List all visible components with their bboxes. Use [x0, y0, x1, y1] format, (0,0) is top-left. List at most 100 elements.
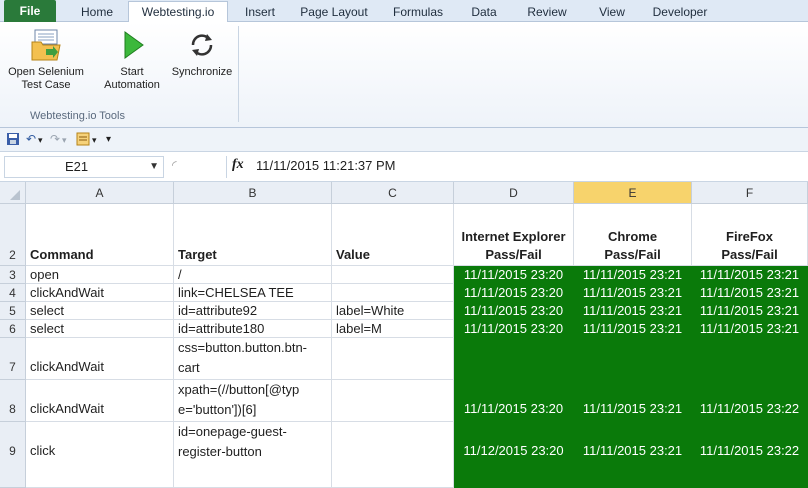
- header-chrome[interactable]: Chrome Pass/Fail: [574, 204, 692, 266]
- form-icon[interactable]: [76, 132, 90, 149]
- table-cell-command[interactable]: click: [26, 422, 174, 488]
- save-icon[interactable]: [6, 132, 20, 149]
- redo-dropdown-icon[interactable]: ▾: [62, 135, 67, 146]
- table-cell-target[interactable]: css=button.button.btn- cart: [174, 338, 332, 380]
- header-command[interactable]: Command: [26, 204, 174, 266]
- table-cell-target[interactable]: /: [174, 266, 332, 284]
- table-cell-value[interactable]: [332, 266, 454, 284]
- chevron-down-icon[interactable]: ▼: [149, 157, 159, 177]
- table-cell-chrome-result[interactable]: 11/11/2015 23:21: [574, 302, 692, 320]
- table-cell-chrome-result[interactable]: 11/11/2015 23:21: [574, 284, 692, 302]
- table-cell-chrome-result[interactable]: 11/11/2015 23:21: [574, 320, 692, 338]
- redo-icon[interactable]: ↷: [50, 132, 60, 146]
- table-cell-value[interactable]: [332, 380, 454, 422]
- ribbon-tab-bar: File Home Webtesting.io Insert Page Layo…: [0, 0, 808, 22]
- play-icon: [124, 31, 144, 59]
- header-internet-explorer[interactable]: Internet Explorer Pass/Fail: [454, 204, 574, 266]
- tab-review[interactable]: Review: [516, 2, 578, 22]
- table-cell-chrome-result[interactable]: 11/11/2015 23:21: [574, 266, 692, 284]
- row-header-7[interactable]: 7: [0, 338, 26, 380]
- row-header-6[interactable]: 6: [0, 320, 26, 338]
- table-cell-value[interactable]: label=M: [332, 320, 454, 338]
- function-icon[interactable]: fx: [232, 157, 244, 173]
- table-cell-ie-result[interactable]: [454, 338, 574, 380]
- table-cell-firefox-result[interactable]: 11/11/2015 23:21: [692, 284, 808, 302]
- start-automation-label-line1: Start: [120, 66, 144, 78]
- row-header-3[interactable]: 3: [0, 266, 26, 284]
- start-automation-button[interactable]: Start Automation: [96, 28, 168, 92]
- column-header-d[interactable]: D: [454, 182, 574, 204]
- table-cell-value[interactable]: label=White: [332, 302, 454, 320]
- table-cell-ie-result[interactable]: 11/12/2015 23:20: [454, 422, 574, 488]
- table-cell-firefox-result[interactable]: 11/11/2015 23:22: [692, 422, 808, 488]
- formula-input[interactable]: 11/11/2015 11:21:37 PM: [256, 158, 396, 173]
- quick-access-toolbar: ↶ ▾ ↷ ▾ ▾ ▾: [0, 128, 808, 152]
- table-cell-command[interactable]: clickAndWait: [26, 380, 174, 422]
- row-header-5[interactable]: 5: [0, 302, 26, 320]
- undo-icon[interactable]: ↶: [26, 132, 36, 146]
- table-cell-target[interactable]: id=attribute92: [174, 302, 332, 320]
- header-firefox[interactable]: FireFox Pass/Fail: [692, 204, 808, 266]
- tab-formulas[interactable]: Formulas: [382, 2, 454, 22]
- header-chrome-line1: Chrome: [607, 229, 658, 244]
- table-cell-target[interactable]: xpath=(//button[@typ e='button'])[6]: [174, 380, 332, 422]
- tab-webtesting-io[interactable]: Webtesting.io: [128, 1, 228, 22]
- table-cell-chrome-result[interactable]: [574, 338, 692, 380]
- open-selenium-label-line2: Test Case: [21, 79, 71, 91]
- formula-cancel-icon[interactable]: ◜: [172, 158, 177, 172]
- tab-view[interactable]: View: [588, 2, 636, 22]
- header-chrome-line2: Pass/Fail: [604, 247, 661, 262]
- table-cell-ie-result[interactable]: 11/11/2015 23:20: [454, 380, 574, 422]
- tab-home[interactable]: Home: [68, 2, 126, 22]
- table-cell-ie-result[interactable]: 11/11/2015 23:20: [454, 320, 574, 338]
- table-cell-firefox-result[interactable]: 11/11/2015 23:22: [692, 380, 808, 422]
- synchronize-button[interactable]: Synchronize: [166, 28, 238, 79]
- row-header-9[interactable]: 9: [0, 422, 26, 488]
- table-cell-ie-result[interactable]: 11/11/2015 23:20: [454, 284, 574, 302]
- table-cell-command[interactable]: open: [26, 266, 174, 284]
- table-cell-target[interactable]: link=CHELSEA TEE: [174, 284, 332, 302]
- column-header-f[interactable]: F: [692, 182, 808, 204]
- table-cell-ie-result[interactable]: 11/11/2015 23:20: [454, 302, 574, 320]
- form-dropdown-icon[interactable]: ▾: [92, 135, 97, 146]
- table-cell-firefox-result[interactable]: 11/11/2015 23:21: [692, 320, 808, 338]
- table-cell-firefox-result[interactable]: [692, 338, 808, 380]
- table-cell-ie-result[interactable]: 11/11/2015 23:20: [454, 266, 574, 284]
- column-header-c[interactable]: C: [332, 182, 454, 204]
- tab-developer[interactable]: Developer: [640, 2, 720, 22]
- table-cell-target[interactable]: id=attribute180: [174, 320, 332, 338]
- table-cell-firefox-result[interactable]: 11/11/2015 23:21: [692, 266, 808, 284]
- tab-data[interactable]: Data: [460, 2, 508, 22]
- column-header-e[interactable]: E: [574, 182, 692, 204]
- column-header-b[interactable]: B: [174, 182, 332, 204]
- table-cell-value[interactable]: [332, 338, 454, 380]
- customize-toolbar-icon[interactable]: ▾: [106, 134, 111, 145]
- tab-insert[interactable]: Insert: [232, 2, 288, 22]
- tab-file[interactable]: File: [4, 0, 56, 22]
- table-cell-value[interactable]: [332, 284, 454, 302]
- table-cell-command[interactable]: clickAndWait: [26, 338, 174, 380]
- table-cell-firefox-result[interactable]: 11/11/2015 23:21: [692, 302, 808, 320]
- row-header-2[interactable]: 2: [0, 204, 26, 266]
- header-firefox-line2: Pass/Fail: [721, 247, 778, 262]
- table-cell-command[interactable]: select: [26, 302, 174, 320]
- header-value[interactable]: Value: [332, 204, 454, 266]
- tab-page-layout[interactable]: Page Layout: [290, 2, 378, 22]
- column-header-a[interactable]: A: [26, 182, 174, 204]
- table-cell-chrome-result[interactable]: 11/11/2015 23:21: [574, 380, 692, 422]
- row-header-4[interactable]: 4: [0, 284, 26, 302]
- header-target[interactable]: Target: [174, 204, 332, 266]
- header-ie-line1: Internet Explorer: [461, 229, 566, 244]
- table-cell-command[interactable]: clickAndWait: [26, 284, 174, 302]
- table-cell-command[interactable]: select: [26, 320, 174, 338]
- table-cell-value[interactable]: [332, 422, 454, 488]
- ribbon-group-label: Webtesting.io Tools: [30, 110, 125, 122]
- formula-divider: [226, 156, 227, 178]
- row-header-8[interactable]: 8: [0, 380, 26, 422]
- open-selenium-test-case-button[interactable]: Open Selenium Test Case: [4, 28, 88, 92]
- select-all-corner[interactable]: [0, 182, 26, 204]
- table-cell-target[interactable]: id=onepage-guest- register-button: [174, 422, 332, 488]
- name-box[interactable]: E21 ▼: [4, 156, 164, 178]
- undo-dropdown-icon[interactable]: ▾: [38, 135, 43, 146]
- table-cell-chrome-result[interactable]: 11/11/2015 23:21: [574, 422, 692, 488]
